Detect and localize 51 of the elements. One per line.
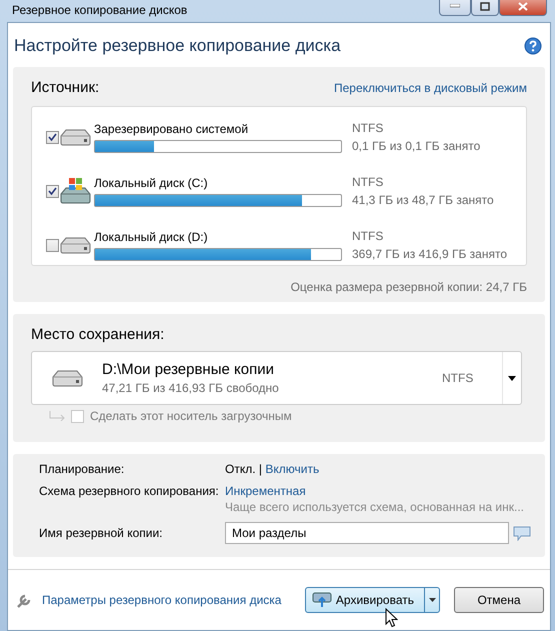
field-label: Имя резервной копии: [39, 526, 164, 540]
filesystem-label: NTFS [352, 229, 384, 243]
size-estimate: Оценка размера резервной копии: 24,7 ГБ [290, 280, 527, 294]
section-label: Источник: [31, 79, 100, 96]
schedule-value: Откл. [225, 462, 256, 476]
section-label: Место сохранения: [31, 326, 164, 343]
help-icon[interactable] [524, 37, 542, 55]
maximize-icon [480, 2, 490, 10]
filesystem-label: NTFS [442, 371, 474, 385]
cursor-icon [385, 608, 398, 628]
usage-text: 369,7 ГБ из 416,9 ГБ занято [352, 247, 508, 261]
caret-icon [428, 598, 436, 602]
maximize-button[interactable] [471, 0, 499, 16]
backup-name-field[interactable]: Мои разделы [225, 522, 509, 544]
partition-name: Зарезервировано системой [94, 122, 250, 136]
caret-icon [508, 376, 516, 380]
dialog-heading: Настройте резервное копирование диска [14, 36, 341, 56]
disk-mode-link[interactable]: Переключиться в дисковый режим [334, 80, 527, 94]
scheme-description: Чаще всего используется схема, основанная на инк... [225, 500, 526, 514]
options-link[interactable]: Параметры резервного копирования диска [42, 593, 282, 607]
scheme-link[interactable]: Инкрементная [225, 484, 306, 498]
minimize-button[interactable] [439, 0, 471, 16]
enable-link[interactable]: Включить [265, 462, 320, 476]
filesystem-label: NTFS [352, 175, 384, 189]
destination-path: D:\Мои резервные копии [102, 361, 275, 378]
usage-text: 0,1 ГБ из 0,1 ГБ занято [352, 139, 482, 153]
checkbox[interactable] [46, 238, 59, 252]
window-title: Резервное копирование дисков [12, 3, 188, 17]
backup-button[interactable]: Архивировать [306, 588, 425, 612]
windows-drive-icon [59, 177, 91, 205]
checkbox[interactable] [46, 184, 59, 198]
partition-name: Локальный диск (C:) [94, 176, 209, 190]
checkbox[interactable] [46, 130, 59, 144]
field-label: Планирование: [39, 462, 126, 476]
cancel-button[interactable]: Отмена [454, 587, 544, 613]
upload-drive-icon [312, 592, 332, 608]
filesystem-label: NTFS [352, 121, 384, 135]
destination-dropdown[interactable]: D:\Мои резервные копии 47,21 ГБ из 416,93 ГБ свободно NTFS [31, 351, 522, 405]
connector-arrow-icon [49, 411, 65, 421]
checkbox-label: Сделать этот носитель загрузочным [90, 409, 292, 423]
partition-name: Локальный диск (D:) [94, 230, 209, 244]
drive-icon [51, 368, 83, 388]
close-icon [518, 2, 528, 10]
separator: | [258, 462, 262, 476]
usage-text: 41,3 ГБ из 48,7 ГБ занято [352, 193, 495, 207]
free-space-text: 47,21 ГБ из 416,93 ГБ свободно [102, 381, 280, 395]
drive-icon [59, 127, 91, 147]
drive-icon [59, 235, 91, 255]
minimize-icon [450, 4, 460, 8]
field-label: Схема резервного копирования: [39, 484, 220, 498]
close-button[interactable] [499, 0, 547, 16]
